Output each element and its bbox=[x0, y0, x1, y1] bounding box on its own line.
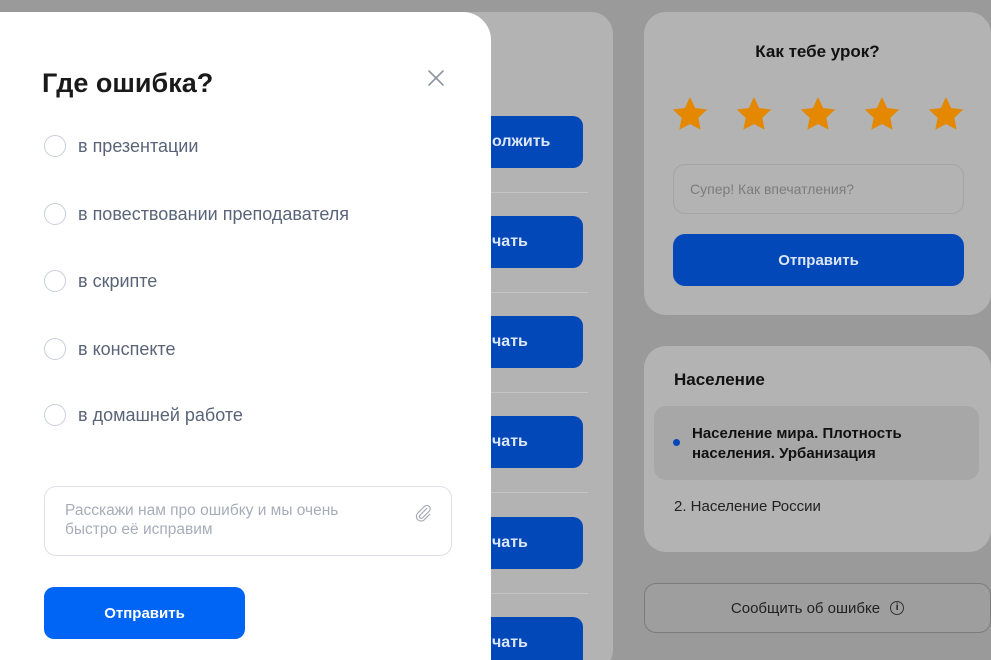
radio-button[interactable] bbox=[44, 203, 66, 225]
option-script[interactable]: в скрипте bbox=[44, 270, 157, 292]
toc-item[interactable]: 2. Население России bbox=[674, 498, 821, 515]
star-icon[interactable] bbox=[670, 94, 710, 134]
star-rating[interactable] bbox=[670, 94, 966, 134]
option-label: в домашней работе bbox=[78, 404, 243, 425]
radio-button[interactable] bbox=[44, 404, 66, 426]
rating-title: Как тебе урок? bbox=[755, 42, 880, 61]
modal-title: Где ошибка? bbox=[42, 68, 214, 98]
rating-card: Как тебе урок? Супер! Как впечатления? О… bbox=[644, 12, 991, 315]
topic-title: Население bbox=[674, 370, 765, 389]
option-teacher-narration[interactable]: в повествовании преподавателя bbox=[44, 203, 349, 225]
option-label: в повествовании преподавателя bbox=[78, 203, 350, 224]
star-icon[interactable] bbox=[926, 94, 966, 134]
current-dot-icon bbox=[673, 439, 680, 446]
option-label: в конспекте bbox=[78, 338, 176, 359]
error-report-modal: Где ошибка? в презентации в повествовани… bbox=[0, 12, 491, 660]
topic-contents-card: Население Население мира. Плотность насе… bbox=[644, 346, 991, 552]
option-homework[interactable]: в домашней работе bbox=[44, 404, 243, 426]
option-presentation[interactable]: в презентации bbox=[44, 135, 198, 157]
divider bbox=[490, 192, 588, 193]
radio-button[interactable] bbox=[44, 338, 66, 360]
star-icon[interactable] bbox=[798, 94, 838, 134]
divider bbox=[490, 292, 588, 293]
rating-send-button[interactable]: Отправить bbox=[673, 234, 964, 286]
divider bbox=[490, 392, 588, 393]
radio-button[interactable] bbox=[44, 270, 66, 292]
close-icon[interactable] bbox=[425, 67, 447, 89]
rating-comment-input[interactable]: Супер! Как впечатления? bbox=[673, 164, 964, 214]
divider bbox=[490, 593, 588, 594]
paperclip-icon[interactable] bbox=[413, 503, 433, 523]
error-description-placeholder: Расскажи нам про ошибку и мы очень быстр… bbox=[65, 502, 339, 538]
error-description-input[interactable]: Расскажи нам про ошибку и мы очень быстр… bbox=[44, 486, 452, 556]
star-icon[interactable] bbox=[862, 94, 902, 134]
option-label: в скрипте bbox=[78, 270, 158, 291]
report-error-label: Сообщить об ошибке bbox=[730, 599, 881, 617]
radio-button[interactable] bbox=[44, 135, 66, 157]
divider bbox=[490, 492, 588, 493]
toc-item-label: Население мира. Плотность населения. Урб… bbox=[692, 425, 902, 462]
star-icon[interactable] bbox=[734, 94, 774, 134]
info-icon: i bbox=[890, 601, 905, 615]
report-error-button[interactable]: Сообщить об ошибке i bbox=[644, 583, 991, 633]
toc-item-active[interactable]: Население мира. Плотность населения. Урб… bbox=[654, 406, 979, 480]
option-summary[interactable]: в конспекте bbox=[44, 338, 175, 360]
option-label: в презентации bbox=[78, 135, 199, 156]
send-button[interactable]: Отправить bbox=[44, 587, 245, 639]
